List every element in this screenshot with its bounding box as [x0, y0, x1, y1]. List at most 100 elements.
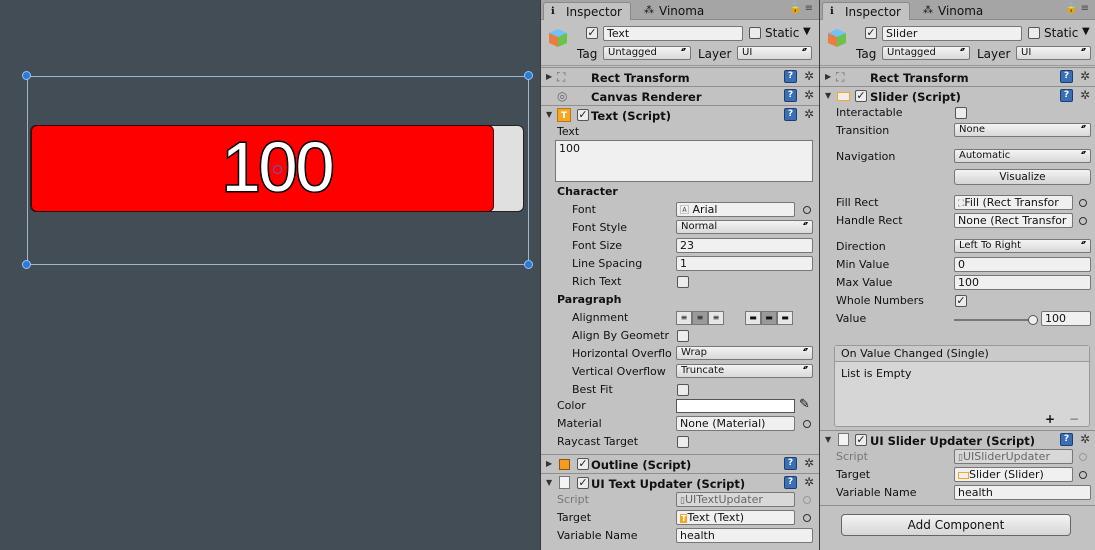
layer-dropdown[interactable]: UI: [1016, 46, 1091, 60]
gear-icon[interactable]: ✲: [1080, 432, 1090, 446]
component-outline[interactable]: ▶ ✓ Outline (Script) ? ✲: [541, 454, 819, 473]
gear-icon[interactable]: ✲: [804, 107, 814, 121]
remove-event-button[interactable]: −: [1069, 412, 1079, 426]
collapse-arrow-icon[interactable]: ▼: [546, 478, 552, 487]
direction-dropdown[interactable]: Left To Right: [954, 239, 1091, 253]
component-text-script[interactable]: ▼ T ✓ Text (Script) ? ✲: [541, 105, 819, 124]
component-rect-transform[interactable]: ▶ ⛶ Rect Transform ? ✲: [820, 67, 1095, 86]
varname-field[interactable]: health: [954, 485, 1091, 500]
component-canvas-renderer[interactable]: ◎ Canvas Renderer ? ✲: [541, 86, 819, 105]
object-picker-icon[interactable]: [803, 420, 811, 428]
align-left-button[interactable]: ≡: [676, 311, 692, 325]
object-picker-icon[interactable]: [1079, 217, 1087, 225]
value-field[interactable]: 100: [1041, 311, 1091, 326]
component-rect-transform[interactable]: ▶ ⛶ Rect Transform ? ✲: [541, 67, 819, 86]
max-value-field[interactable]: 100: [954, 275, 1091, 290]
static-dropdown-icon[interactable]: ▼: [1082, 26, 1090, 37]
align-bottom-button[interactable]: ▬: [777, 311, 793, 325]
object-picker-icon[interactable]: [1079, 199, 1087, 207]
gear-icon[interactable]: ✲: [1080, 88, 1090, 102]
active-checkbox[interactable]: ✓: [865, 27, 877, 39]
rect-handle-top-right[interactable]: [524, 71, 533, 80]
align-right-button[interactable]: ≡: [708, 311, 724, 325]
static-checkbox[interactable]: [749, 27, 761, 39]
rect-handle-bottom-left[interactable]: [22, 260, 31, 269]
value-slider[interactable]: [954, 311, 1038, 329]
transition-dropdown[interactable]: None: [954, 123, 1091, 137]
collapse-arrow-icon[interactable]: ▼: [825, 435, 831, 444]
help-icon[interactable]: ?: [784, 89, 797, 102]
tab-vinoma[interactable]: ⁂ Vinoma: [637, 2, 712, 20]
fill-rect-field[interactable]: ⛶Fill (Rect Transfor: [954, 195, 1073, 210]
help-icon[interactable]: ?: [1060, 433, 1073, 446]
value-slider-thumb[interactable]: [1028, 315, 1038, 325]
min-value-field[interactable]: 0: [954, 257, 1091, 272]
gear-icon[interactable]: ✲: [804, 475, 814, 489]
gear-icon[interactable]: ✲: [804, 69, 814, 83]
static-checkbox[interactable]: [1028, 27, 1040, 39]
font-size-field[interactable]: 23: [676, 238, 813, 253]
align-top-button[interactable]: ▬: [745, 311, 761, 325]
object-picker-icon[interactable]: [1079, 471, 1087, 479]
add-event-button[interactable]: +: [1045, 412, 1055, 426]
h-overflow-dropdown[interactable]: Wrap: [676, 346, 813, 360]
navigation-dropdown[interactable]: Automatic: [954, 149, 1091, 163]
align-center-button[interactable]: ≡: [692, 311, 708, 325]
add-component-button[interactable]: Add Component: [841, 514, 1071, 536]
rich-text-checkbox[interactable]: [677, 276, 689, 288]
tab-vinoma[interactable]: ⁂ Vinoma: [916, 2, 991, 20]
outline-enabled-checkbox[interactable]: ✓: [577, 458, 589, 470]
font-field[interactable]: 🄰 Arial: [676, 202, 795, 217]
help-icon[interactable]: ?: [784, 70, 797, 83]
pivot-icon[interactable]: [273, 165, 282, 174]
help-icon[interactable]: ?: [784, 108, 797, 121]
handle-rect-field[interactable]: None (Rect Transfor: [954, 213, 1073, 228]
target-field[interactable]: Slider (Slider): [954, 467, 1073, 482]
collapse-arrow-icon[interactable]: ▼: [546, 110, 552, 119]
help-icon[interactable]: ?: [1060, 70, 1073, 83]
object-picker-icon[interactable]: [803, 206, 811, 214]
tag-dropdown[interactable]: Untagged: [882, 46, 970, 60]
material-field[interactable]: None (Material): [676, 416, 795, 431]
interactable-checkbox[interactable]: [955, 107, 967, 119]
text-area[interactable]: 100: [555, 140, 813, 182]
gear-icon[interactable]: ✲: [1080, 69, 1090, 83]
object-picker-icon[interactable]: [803, 514, 811, 522]
object-name-input[interactable]: Slider: [882, 26, 1022, 41]
align-geometry-checkbox[interactable]: [677, 330, 689, 342]
target-field[interactable]: TText (Text): [676, 510, 795, 525]
gear-icon[interactable]: ✲: [804, 88, 814, 102]
text-enabled-checkbox[interactable]: ✓: [577, 109, 589, 121]
layer-dropdown[interactable]: UI: [737, 46, 812, 60]
visualize-button[interactable]: Visualize: [954, 169, 1091, 185]
expand-arrow-icon[interactable]: ▶: [546, 459, 552, 468]
active-checkbox[interactable]: ✓: [586, 27, 598, 39]
gear-icon[interactable]: ✲: [804, 456, 814, 470]
whole-numbers-checkbox[interactable]: ✓: [955, 295, 967, 307]
color-swatch[interactable]: [676, 399, 795, 413]
v-overflow-dropdown[interactable]: Truncate: [676, 364, 813, 378]
updater-enabled-checkbox[interactable]: ✓: [577, 477, 589, 489]
collapse-arrow-icon[interactable]: ▼: [825, 91, 831, 100]
raycast-checkbox[interactable]: [677, 436, 689, 448]
align-middle-button[interactable]: ▬: [761, 311, 777, 325]
rect-handle-top-left[interactable]: [22, 71, 31, 80]
best-fit-checkbox[interactable]: [677, 384, 689, 396]
component-ui-slider-updater[interactable]: ▼ ✓ UI Slider Updater (Script) ? ✲: [820, 430, 1095, 449]
expand-arrow-icon[interactable]: ▶: [546, 72, 552, 81]
component-ui-text-updater[interactable]: ▼ ✓ UI Text Updater (Script) ? ✲: [541, 473, 819, 492]
font-style-dropdown[interactable]: Normal: [676, 220, 813, 234]
varname-field[interactable]: health: [676, 528, 813, 543]
rect-handle-bottom-right[interactable]: [524, 260, 533, 269]
help-icon[interactable]: ?: [784, 476, 797, 489]
slider-enabled-checkbox[interactable]: ✓: [855, 90, 867, 102]
component-slider-script[interactable]: ▼ ✓ Slider (Script) ? ✲: [820, 86, 1095, 105]
updater-enabled-checkbox[interactable]: ✓: [855, 434, 867, 446]
lock-menu-icon[interactable]: 🔒 ≡: [1065, 3, 1089, 14]
object-name-input[interactable]: Text: [603, 26, 743, 41]
line-spacing-field[interactable]: 1: [676, 256, 813, 271]
tab-inspector[interactable]: ℹ Inspector: [822, 2, 910, 20]
scene-view[interactable]: 100: [0, 0, 540, 550]
tag-dropdown[interactable]: Untagged: [603, 46, 691, 60]
help-icon[interactable]: ?: [784, 457, 797, 470]
